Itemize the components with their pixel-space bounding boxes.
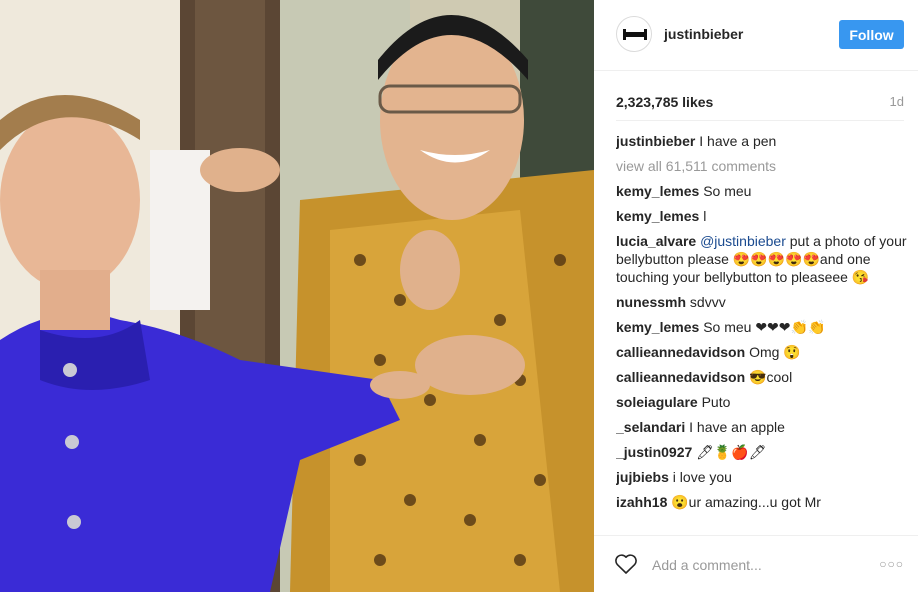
comments-list[interactable]: justinbieber I have a pen view all 61,51… [616,132,908,530]
comment-item: soleiagulare Puto [616,393,908,411]
comment-item: izahh18 😮ur amazing...u got Mr [616,493,908,511]
instagram-post: justinbieber Follow 2,323,785 likes 1d j… [0,0,918,592]
post-image [0,0,594,592]
comment-item: kemy_lemes l [616,207,908,225]
comment-username[interactable]: soleiagulare [616,394,698,410]
comment-text: So meu ❤❤❤👏👏 [703,319,826,335]
comment-username[interactable]: kemy_lemes [616,208,699,224]
comment-text: Omg 😲 [749,344,801,360]
comment-text: 😎cool [749,369,793,385]
post-timestamp[interactable]: 1d [890,94,904,109]
comment-username[interactable]: nunessmh [616,294,686,310]
comment-username[interactable]: _justin0927 [616,444,692,460]
follow-button[interactable]: Follow [839,20,904,49]
comment-item: nunessmh sdvvv [616,293,908,311]
comment-item: _justin0927 🖊🍍🍎🖊 [616,443,908,461]
comment-username[interactable]: kemy_lemes [616,183,699,199]
comment-text: l [703,208,707,224]
comment-text: I have a pen [699,133,777,149]
more-options-icon[interactable]: ○○○ [879,557,904,571]
comment-text: So meu [703,183,752,199]
comment-text: sdvvv [689,294,726,310]
like-heart-icon[interactable] [614,553,638,575]
comment-item: callieannedavidson 😎cool [616,368,908,386]
comment-username[interactable]: jujbiebs [616,469,669,485]
comment-text: 😮ur amazing...u got Mr [671,494,821,510]
comment-item: jujbiebs i love you [616,468,908,486]
avatar[interactable] [616,16,652,52]
add-comment-input[interactable] [650,553,864,577]
comment-item: callieannedavidson Omg 😲 [616,343,908,361]
comment-text: I have an apple [689,419,785,435]
purpose-logo-icon [623,29,647,40]
header-username[interactable]: justinbieber [664,26,743,42]
comment-item: kemy_lemes So meu [616,182,908,200]
comment-mention[interactable]: @justinbieber [700,233,786,249]
view-all-comments-link[interactable]: view all 61,511 comments [616,157,908,175]
comment-username[interactable]: justinbieber [616,133,695,149]
comment-username[interactable]: kemy_lemes [616,319,699,335]
comment-username[interactable]: callieannedavidson [616,344,745,360]
comment-username[interactable]: lucia_alvare [616,233,696,249]
comment-text: 🖊🍍🍎🖊 [696,444,767,460]
comment-text: Puto [701,394,731,410]
post-header: justinbieber Follow [594,0,918,71]
comment-username[interactable]: callieannedavidson [616,369,745,385]
divider [616,120,904,121]
comment-username[interactable]: izahh18 [616,494,667,510]
comment-item: _selandari I have an apple [616,418,908,436]
comment-item: kemy_lemes So meu ❤❤❤👏👏 [616,318,908,336]
post-photo [0,0,594,592]
comment-text: i love you [672,469,732,485]
comment-item: lucia_alvare @justinbieber put a photo o… [616,232,908,286]
post-footer: ○○○ [594,535,918,593]
post-details-panel: justinbieber Follow 2,323,785 likes 1d j… [594,0,918,592]
comment-username[interactable]: _selandari [616,419,685,435]
likes-count[interactable]: 2,323,785 likes [616,94,713,110]
comment-item: justinbieber I have a pen [616,132,908,150]
